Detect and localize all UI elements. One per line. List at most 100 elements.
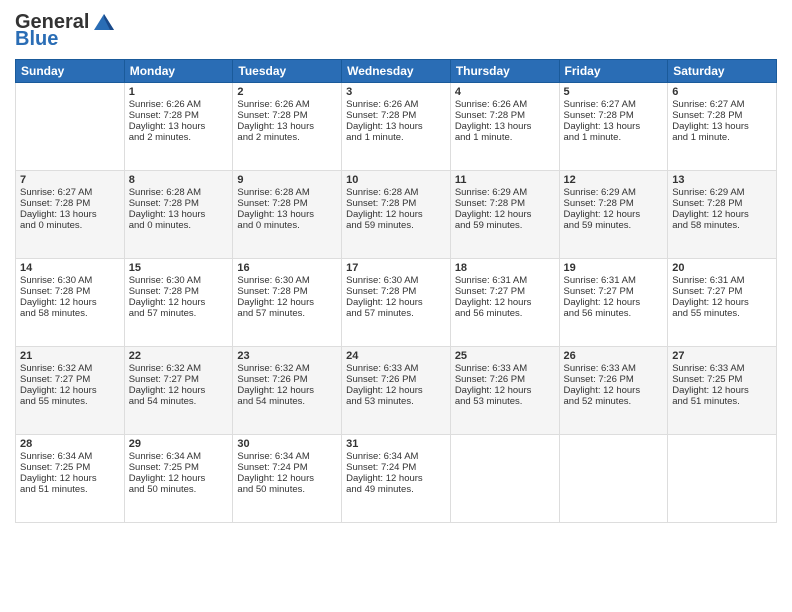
- day-info-line: Daylight: 12 hours: [237, 473, 337, 484]
- day-info-line: Sunrise: 6:33 AM: [346, 363, 446, 374]
- calendar-cell: 16Sunrise: 6:30 AMSunset: 7:28 PMDayligh…: [233, 259, 342, 347]
- calendar-cell: [16, 83, 125, 171]
- day-info-line: Daylight: 12 hours: [672, 297, 772, 308]
- day-info-line: Sunset: 7:25 PM: [672, 374, 772, 385]
- day-number: 7: [20, 174, 120, 186]
- day-number: 8: [129, 174, 229, 186]
- day-info-line: Sunrise: 6:28 AM: [237, 187, 337, 198]
- day-number: 17: [346, 262, 446, 274]
- day-info-line: Sunrise: 6:29 AM: [564, 187, 664, 198]
- day-info-line: and 55 minutes.: [20, 396, 120, 407]
- day-number: 3: [346, 86, 446, 98]
- day-info-line: and 51 minutes.: [672, 396, 772, 407]
- day-info-line: Sunrise: 6:30 AM: [346, 275, 446, 286]
- day-number: 21: [20, 350, 120, 362]
- calendar-cell: 26Sunrise: 6:33 AMSunset: 7:26 PMDayligh…: [559, 347, 668, 435]
- day-info-line: Sunrise: 6:31 AM: [455, 275, 555, 286]
- day-info-line: and 56 minutes.: [564, 308, 664, 319]
- day-info-line: Sunset: 7:28 PM: [129, 198, 229, 209]
- day-info-line: and 57 minutes.: [237, 308, 337, 319]
- day-info-line: Sunrise: 6:33 AM: [672, 363, 772, 374]
- day-info-line: Sunset: 7:28 PM: [20, 198, 120, 209]
- day-info-line: and 55 minutes.: [672, 308, 772, 319]
- calendar-cell: [668, 435, 777, 523]
- day-info-line: and 54 minutes.: [129, 396, 229, 407]
- day-info-line: Sunset: 7:28 PM: [237, 286, 337, 297]
- week-row-1: 1Sunrise: 6:26 AMSunset: 7:28 PMDaylight…: [16, 83, 777, 171]
- day-info-line: Sunset: 7:26 PM: [237, 374, 337, 385]
- week-row-4: 21Sunrise: 6:32 AMSunset: 7:27 PMDayligh…: [16, 347, 777, 435]
- day-info-line: Daylight: 12 hours: [346, 473, 446, 484]
- day-number: 15: [129, 262, 229, 274]
- day-info-line: Sunset: 7:25 PM: [129, 462, 229, 473]
- day-info-line: Sunset: 7:28 PM: [129, 286, 229, 297]
- day-info-line: Sunrise: 6:34 AM: [129, 451, 229, 462]
- day-info-line: Sunset: 7:28 PM: [455, 110, 555, 121]
- day-number: 5: [564, 86, 664, 98]
- day-number: 31: [346, 438, 446, 450]
- calendar-cell: 6Sunrise: 6:27 AMSunset: 7:28 PMDaylight…: [668, 83, 777, 171]
- calendar-cell: 13Sunrise: 6:29 AMSunset: 7:28 PMDayligh…: [668, 171, 777, 259]
- day-info-line: Sunset: 7:27 PM: [672, 286, 772, 297]
- day-info-line: Sunset: 7:28 PM: [237, 110, 337, 121]
- day-info-line: Sunrise: 6:30 AM: [129, 275, 229, 286]
- day-info-line: Sunset: 7:28 PM: [346, 110, 446, 121]
- header: General Blue: [15, 10, 777, 51]
- day-info-line: Sunset: 7:24 PM: [346, 462, 446, 473]
- day-info-line: Sunrise: 6:30 AM: [20, 275, 120, 286]
- calendar-cell: [450, 435, 559, 523]
- day-info-line: Sunrise: 6:26 AM: [346, 99, 446, 110]
- weekday-header-tuesday: Tuesday: [233, 60, 342, 83]
- week-row-3: 14Sunrise: 6:30 AMSunset: 7:28 PMDayligh…: [16, 259, 777, 347]
- calendar-cell: 17Sunrise: 6:30 AMSunset: 7:28 PMDayligh…: [342, 259, 451, 347]
- calendar-cell: 10Sunrise: 6:28 AMSunset: 7:28 PMDayligh…: [342, 171, 451, 259]
- day-info-line: Sunrise: 6:28 AM: [129, 187, 229, 198]
- day-info-line: Daylight: 13 hours: [564, 121, 664, 132]
- calendar-cell: 11Sunrise: 6:29 AMSunset: 7:28 PMDayligh…: [450, 171, 559, 259]
- day-info-line: and 57 minutes.: [346, 308, 446, 319]
- day-info-line: Sunset: 7:25 PM: [20, 462, 120, 473]
- day-info-line: Sunrise: 6:34 AM: [237, 451, 337, 462]
- day-info-line: Daylight: 12 hours: [20, 385, 120, 396]
- weekday-header-wednesday: Wednesday: [342, 60, 451, 83]
- day-info-line: Sunrise: 6:27 AM: [20, 187, 120, 198]
- day-number: 30: [237, 438, 337, 450]
- calendar-cell: 5Sunrise: 6:27 AMSunset: 7:28 PMDaylight…: [559, 83, 668, 171]
- day-info-line: Daylight: 12 hours: [237, 297, 337, 308]
- calendar-cell: 4Sunrise: 6:26 AMSunset: 7:28 PMDaylight…: [450, 83, 559, 171]
- day-info-line: and 51 minutes.: [20, 484, 120, 495]
- day-info-line: Daylight: 12 hours: [20, 473, 120, 484]
- day-number: 27: [672, 350, 772, 362]
- calendar-cell: 30Sunrise: 6:34 AMSunset: 7:24 PMDayligh…: [233, 435, 342, 523]
- day-info-line: and 2 minutes.: [129, 132, 229, 143]
- day-info-line: Sunrise: 6:28 AM: [346, 187, 446, 198]
- day-number: 6: [672, 86, 772, 98]
- calendar-cell: [559, 435, 668, 523]
- day-info-line: and 49 minutes.: [346, 484, 446, 495]
- day-info-line: Sunset: 7:26 PM: [346, 374, 446, 385]
- day-number: 25: [455, 350, 555, 362]
- day-info-line: Daylight: 12 hours: [346, 385, 446, 396]
- day-info-line: and 1 minute.: [346, 132, 446, 143]
- day-info-line: Daylight: 12 hours: [455, 297, 555, 308]
- day-info-line: Daylight: 12 hours: [564, 385, 664, 396]
- day-info-line: Daylight: 12 hours: [129, 473, 229, 484]
- calendar-cell: 22Sunrise: 6:32 AMSunset: 7:27 PMDayligh…: [124, 347, 233, 435]
- day-info-line: Daylight: 12 hours: [20, 297, 120, 308]
- day-number: 9: [237, 174, 337, 186]
- day-info-line: Sunset: 7:26 PM: [564, 374, 664, 385]
- day-info-line: and 54 minutes.: [237, 396, 337, 407]
- weekday-header-saturday: Saturday: [668, 60, 777, 83]
- day-info-line: Sunset: 7:28 PM: [237, 198, 337, 209]
- day-info-line: and 0 minutes.: [129, 220, 229, 231]
- calendar-cell: 14Sunrise: 6:30 AMSunset: 7:28 PMDayligh…: [16, 259, 125, 347]
- day-info-line: Daylight: 12 hours: [346, 297, 446, 308]
- weekday-header-sunday: Sunday: [16, 60, 125, 83]
- calendar-cell: 25Sunrise: 6:33 AMSunset: 7:26 PMDayligh…: [450, 347, 559, 435]
- day-info-line: Daylight: 12 hours: [129, 385, 229, 396]
- day-info-line: and 1 minute.: [672, 132, 772, 143]
- day-info-line: Sunset: 7:28 PM: [346, 198, 446, 209]
- day-number: 14: [20, 262, 120, 274]
- logo: General Blue: [15, 10, 116, 51]
- day-info-line: Sunrise: 6:33 AM: [455, 363, 555, 374]
